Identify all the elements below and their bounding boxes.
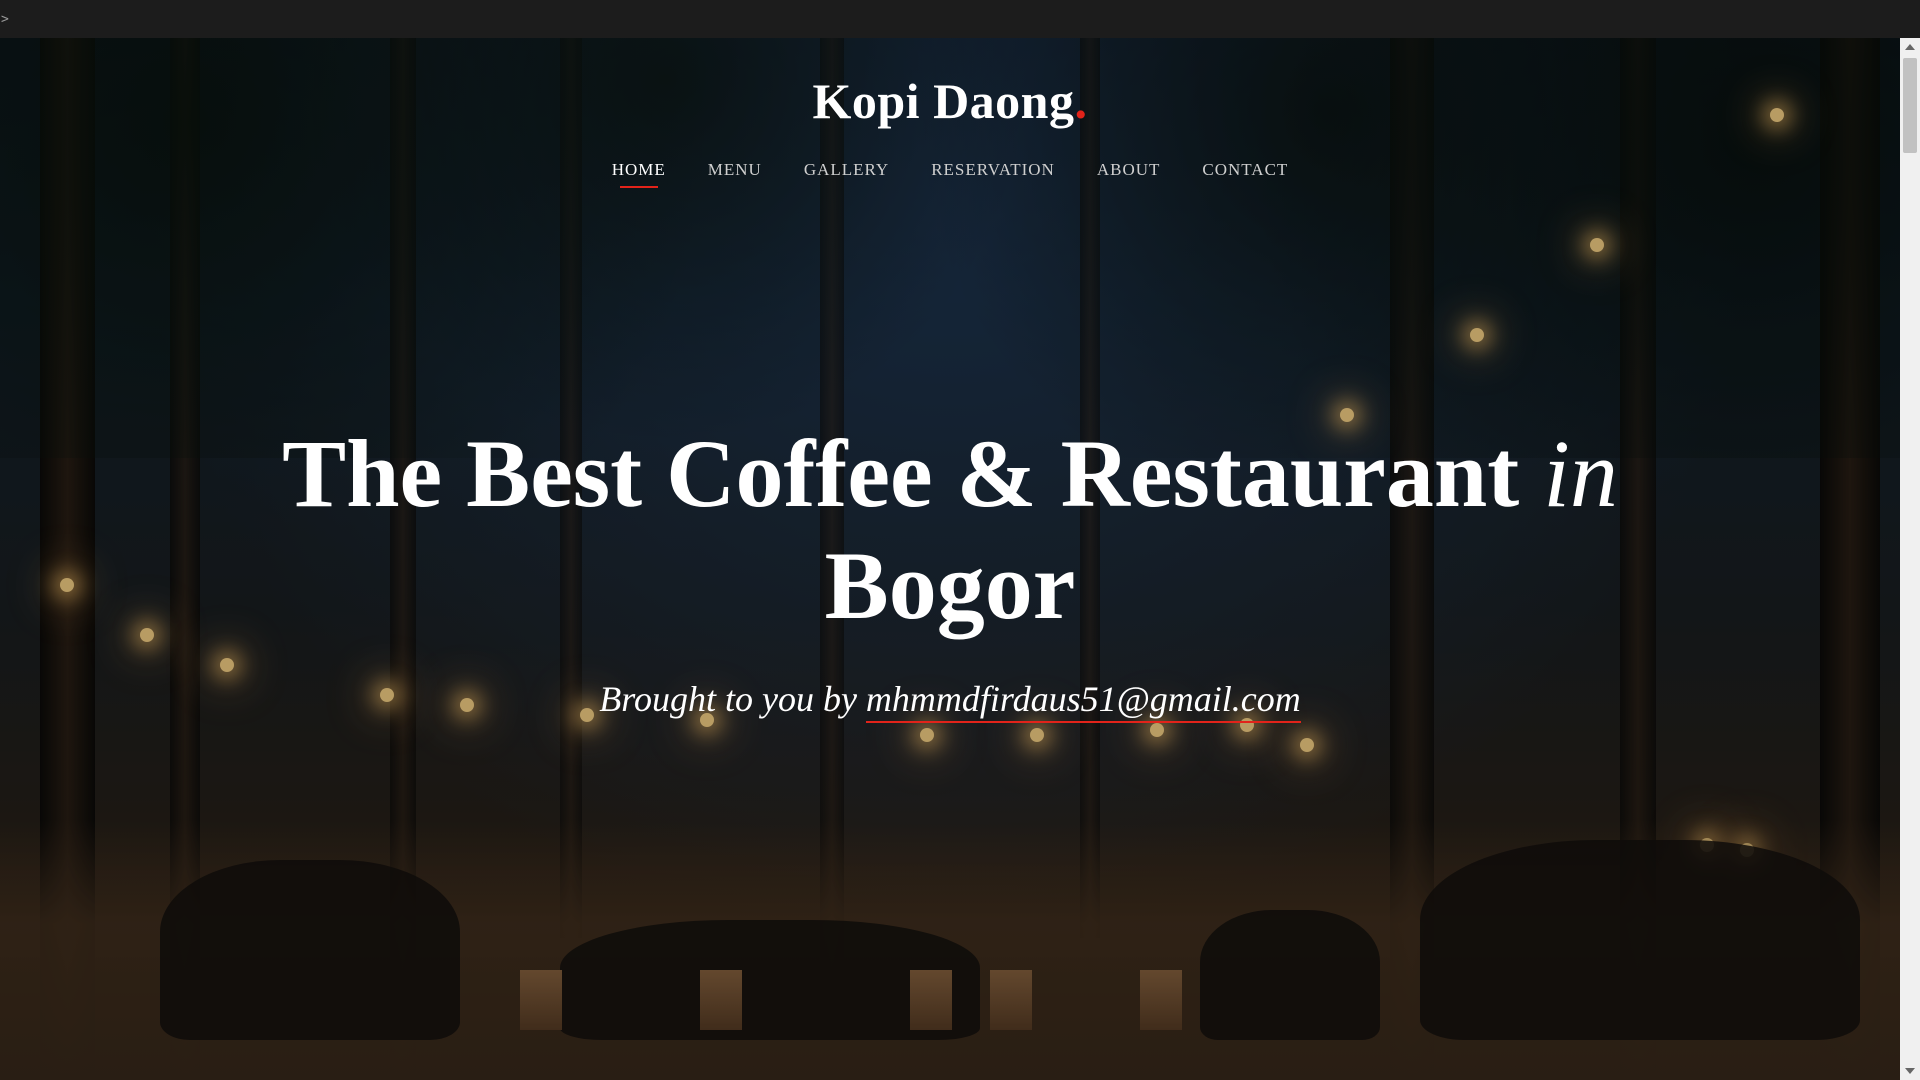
headline-main: The Best Coffee & Restaurant bbox=[282, 420, 1544, 527]
scroll-down-arrow-icon[interactable] bbox=[1905, 1068, 1915, 1074]
site-logo[interactable]: Kopi Daong. bbox=[0, 38, 1900, 130]
subtitle-prefix: Brought to you by bbox=[599, 679, 866, 719]
brand-name: Kopi Daong bbox=[812, 73, 1075, 129]
scrollbar-thumb[interactable] bbox=[1903, 58, 1917, 153]
vertical-scrollbar[interactable] bbox=[1900, 38, 1920, 1080]
main-navigation: HOME MENU GALLERY RESERVATION ABOUT CONT… bbox=[0, 160, 1900, 188]
nav-home[interactable]: HOME bbox=[612, 160, 666, 188]
author-email-link[interactable]: mhmmdfirdaus51@gmail.com bbox=[865, 679, 1301, 723]
browser-top-bar: > bbox=[0, 0, 1920, 38]
brand-dot: . bbox=[1074, 73, 1088, 129]
headline-italic: in bbox=[1543, 420, 1618, 527]
nav-reservation[interactable]: RESERVATION bbox=[931, 160, 1055, 188]
nav-menu[interactable]: MENU bbox=[708, 160, 762, 188]
caret-glyph: > bbox=[1, 12, 9, 27]
headline-city: Bogor bbox=[824, 532, 1076, 639]
nav-contact[interactable]: CONTACT bbox=[1202, 160, 1288, 188]
hero-subtitle: Brought to you by mhmmdfirdaus51@gmail.c… bbox=[0, 678, 1900, 723]
hero-headline: The Best Coffee & Restaurant in Bogor bbox=[250, 418, 1650, 642]
scroll-up-arrow-icon[interactable] bbox=[1905, 44, 1915, 50]
nav-about[interactable]: ABOUT bbox=[1097, 160, 1161, 188]
hero-section: Kopi Daong. HOME MENU GALLERY RESERVATIO… bbox=[0, 38, 1900, 1080]
nav-gallery[interactable]: GALLERY bbox=[804, 160, 889, 188]
